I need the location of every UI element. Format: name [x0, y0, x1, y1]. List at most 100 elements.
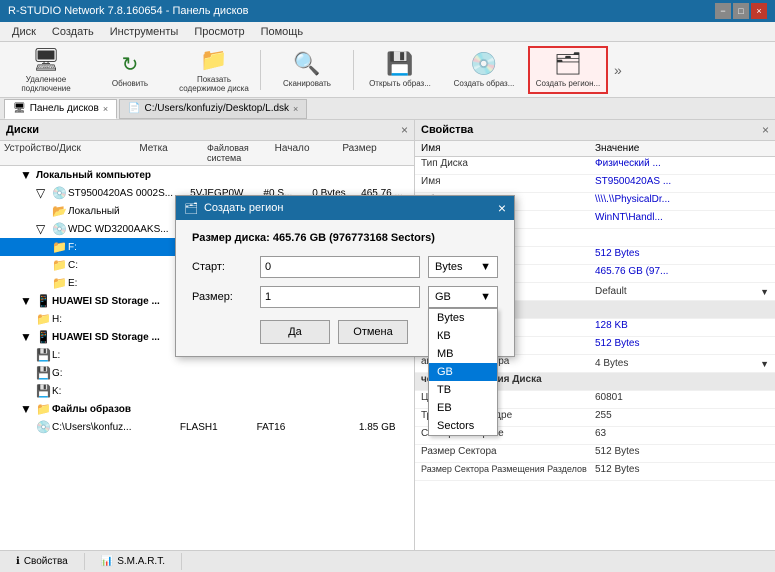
- prop-col-name: Имя: [421, 143, 595, 154]
- scan-button[interactable]: 🔍 Сканировать: [267, 46, 347, 94]
- menu-view[interactable]: Просмотр: [186, 24, 252, 40]
- unit-sectors[interactable]: Sectors: [429, 417, 497, 435]
- partition-icon: 📂: [52, 204, 68, 218]
- minimize-button[interactable]: −: [715, 3, 731, 19]
- unit-gb[interactable]: GB: [429, 363, 497, 381]
- unit-eb[interactable]: ЕВ: [429, 399, 497, 417]
- disk-name: K:: [52, 386, 410, 397]
- tab-properties[interactable]: ℹ Свойства: [0, 553, 85, 570]
- create-region-dialog: 🗂 Создать регион × Размер диска: 465.76 …: [175, 195, 515, 357]
- open-image-button[interactable]: 💾 Открыть образ...: [360, 46, 440, 94]
- disk-fs: FAT16: [257, 422, 308, 433]
- col-fs: Файловая система: [207, 143, 275, 163]
- menu-create[interactable]: Создать: [44, 24, 102, 40]
- list-item: Имя ST9500420AS ...: [415, 175, 775, 193]
- scan-icon: 🔍: [293, 51, 320, 77]
- cancel-button[interactable]: Отмена: [338, 320, 408, 344]
- ok-button[interactable]: Да: [260, 320, 330, 344]
- close-button[interactable]: ×: [751, 3, 767, 19]
- disks-columns: Устройство/Диск Метка Файловая система Н…: [0, 141, 414, 166]
- disks-panel-title: Диски: [6, 124, 39, 136]
- start-unit-button[interactable]: Bytes ▼: [428, 256, 498, 278]
- create-region-button[interactable]: 🗂 Создать регион...: [528, 46, 608, 94]
- show-content-icon: 📁: [200, 47, 227, 73]
- start-unit-select: Bytes ▼: [428, 256, 498, 278]
- title-buttons: − □ ×: [715, 3, 767, 19]
- partition-icon: 💾: [36, 384, 52, 398]
- start-label: Старт:: [192, 261, 252, 273]
- unit-tb[interactable]: ТВ: [429, 381, 497, 399]
- unit-bytes[interactable]: Bytes: [429, 309, 497, 327]
- size-input[interactable]: [260, 286, 420, 308]
- properties-panel-close[interactable]: ×: [762, 123, 769, 137]
- list-item[interactable]: ▼ 📁 Файлы образов: [0, 400, 414, 418]
- toolbar: 🖥 Удаленное подключение ↻ Обновить 📁 Пок…: [0, 42, 775, 98]
- list-item[interactable]: 💾 G:: [0, 364, 414, 382]
- unit-mb[interactable]: МВ: [429, 345, 497, 363]
- list-item[interactable]: 💿 C:\Users\konfuz... FLASH1 FAT16 1.85 G…: [0, 418, 414, 436]
- expand-icon: ▼: [20, 402, 36, 416]
- col-label: Метка: [139, 143, 207, 163]
- tab-panel-icon: 🖥: [13, 103, 26, 114]
- computer-icon: ▼: [20, 168, 36, 182]
- dialog-disk-size: Размер диска: 465.76 GB (976773168 Secto…: [192, 232, 498, 244]
- disk-name: Локальный компьютер: [36, 170, 410, 181]
- disk-label: FLASH1: [180, 422, 257, 433]
- disk-name: F:: [68, 242, 190, 253]
- dialog-size-row: Размер: GB ▼ Bytes КВ МВ GB ТВ ЕВ: [192, 286, 498, 308]
- disk-name: C:\Users\konfuz...: [52, 422, 180, 433]
- disks-panel-header: Диски ×: [0, 120, 414, 141]
- tab-file-icon: 📄: [128, 103, 140, 114]
- toolbar-more[interactable]: »: [612, 60, 624, 80]
- list-item: Размер Сектора Размещения Разделов 512 B…: [415, 463, 775, 481]
- disk-name: ST9500420AS 0002S...: [68, 188, 190, 199]
- disk-name: WDC WD3200AAKS...: [68, 224, 190, 235]
- tab-file-close[interactable]: ×: [293, 104, 298, 114]
- list-item[interactable]: 💾 K:: [0, 382, 414, 400]
- unit-kb[interactable]: КВ: [429, 327, 497, 345]
- partition-icon: 📁: [36, 312, 52, 326]
- prop-col-value: Значение: [595, 143, 769, 154]
- disks-panel-close[interactable]: ×: [401, 123, 408, 137]
- col-device: Устройство/Диск: [4, 143, 139, 163]
- tab-smart[interactable]: 📊 S.M.A.R.T.: [85, 553, 182, 570]
- toolbar-separator-2: [353, 50, 354, 90]
- title-text: R-STUDIO Network 7.8.160654 - Панель дис…: [8, 5, 248, 17]
- disk-expand-icon: ▽: [36, 222, 52, 236]
- toolbar-separator-1: [260, 50, 261, 90]
- refresh-icon: ↻: [122, 52, 139, 77]
- hdd-icon: 💿: [52, 186, 68, 200]
- partition-icon: 💾: [36, 348, 52, 362]
- properties-icon: ℹ: [16, 556, 20, 567]
- tab-file[interactable]: 📄 C:/Users/konfuziy/Desktop/L.dsk ×: [119, 99, 307, 119]
- dialog-close-button[interactable]: ×: [498, 200, 506, 216]
- title-bar: R-STUDIO Network 7.8.160654 - Панель дис…: [0, 0, 775, 22]
- create-region-icon: 🗂: [554, 51, 582, 77]
- tab-panel-close[interactable]: ×: [103, 104, 108, 114]
- tab-bar: 🖥 Панель дисков × 📄 C:/Users/konfuziy/De…: [0, 98, 775, 120]
- dialog-body: Размер диска: 465.76 GB (976773168 Secto…: [176, 220, 514, 356]
- refresh-button[interactable]: ↻ Обновить: [90, 46, 170, 94]
- size-label: Размер:: [192, 291, 252, 303]
- remote-connect-button[interactable]: 🖥 Удаленное подключение: [6, 46, 86, 94]
- open-image-icon: 💾: [386, 51, 413, 77]
- menu-tools[interactable]: Инструменты: [102, 24, 187, 40]
- tab-panel[interactable]: 🖥 Панель дисков ×: [4, 99, 117, 119]
- menu-disk[interactable]: Диск: [4, 24, 44, 40]
- size-unit-select: GB ▼ Bytes КВ МВ GB ТВ ЕВ Sectors: [428, 286, 498, 308]
- dialog-start-row: Старт: Bytes ▼: [192, 256, 498, 278]
- expand-icon: ▼: [20, 330, 36, 344]
- size-unit-button[interactable]: GB ▼: [428, 286, 498, 308]
- unit-dropdown: Bytes КВ МВ GB ТВ ЕВ Sectors: [428, 308, 498, 436]
- bottom-tabs: ℹ Свойства 📊 S.M.A.R.T.: [0, 550, 775, 572]
- maximize-button[interactable]: □: [733, 3, 749, 19]
- list-item[interactable]: ▼ Локальный компьютер: [0, 166, 414, 184]
- create-image-button[interactable]: 💿 Создать образ...: [444, 46, 524, 94]
- menu-help[interactable]: Помощь: [253, 24, 312, 40]
- expand-icon: ▼: [20, 294, 36, 308]
- properties-panel-title: Свойства: [421, 124, 473, 136]
- folder-icon: 📁: [36, 402, 52, 416]
- show-content-button[interactable]: 📁 Показать содержимое диска: [174, 46, 254, 94]
- start-input[interactable]: [260, 256, 420, 278]
- image-icon: 💿: [36, 420, 52, 434]
